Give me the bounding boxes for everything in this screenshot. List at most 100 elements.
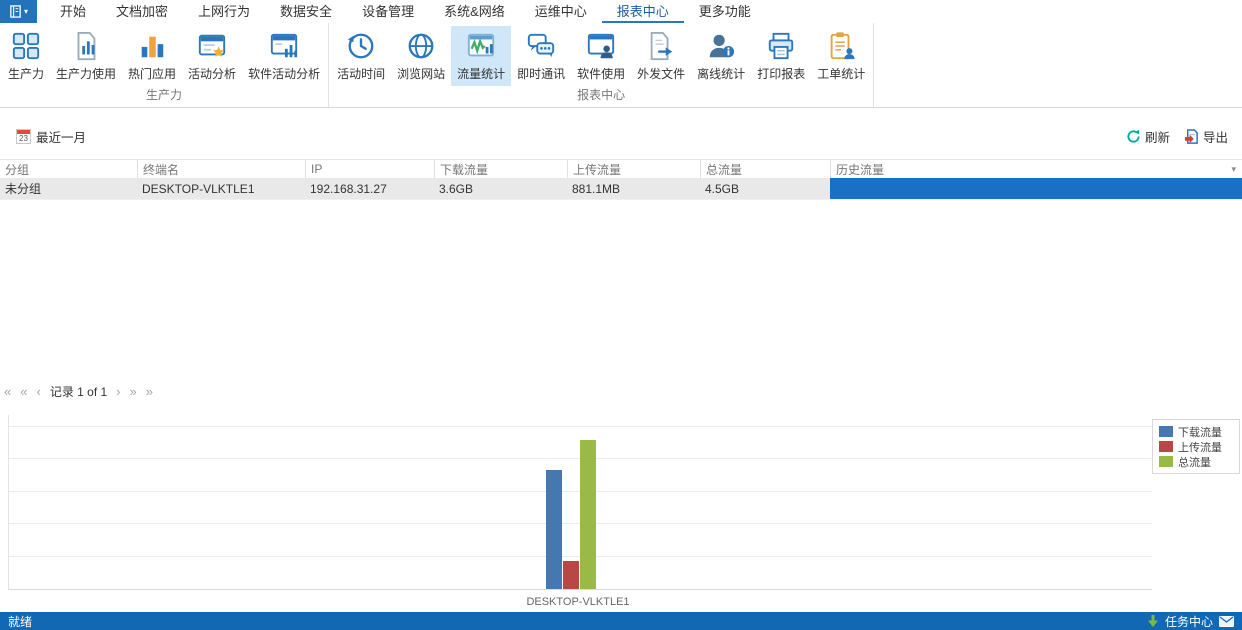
first-page-icon[interactable]: «: [4, 385, 11, 398]
chat-bubbles-icon: [525, 29, 557, 63]
ribbon-item-label: 外发文件: [637, 65, 685, 82]
legend-label: 上传流量: [1178, 439, 1222, 455]
chart-legend: 下载流量 上传流量 总流量: [1152, 419, 1240, 474]
bar-download[interactable]: [546, 470, 562, 589]
ribbon-item-activity-analysis[interactable]: 活动分析: [182, 26, 242, 86]
legend-item-download[interactable]: 下载流量: [1159, 424, 1233, 439]
chevron-down-icon[interactable]: ▾: [1231, 164, 1236, 175]
cell-ip: 192.168.31.27: [305, 178, 434, 199]
column-header-history-label: 历史流量: [836, 161, 884, 178]
ribbon-item-ticket-stats[interactable]: 工单统计: [811, 26, 871, 86]
clock-icon: [345, 29, 377, 63]
ribbon-item-label: 工单统计: [817, 65, 865, 82]
tab-data-security[interactable]: 数据安全: [265, 0, 347, 23]
x-axis-category-label: DESKTOP-VLKTLE1: [508, 596, 648, 608]
export-button[interactable]: 导出: [1184, 127, 1228, 146]
column-header-terminal[interactable]: 终端名: [137, 160, 305, 178]
ribbon-item-activity-time[interactable]: 活动时间: [331, 26, 391, 86]
column-header-total[interactable]: 总流量: [700, 160, 830, 178]
document-chart-icon: [70, 29, 102, 63]
cell-group: 未分组: [0, 178, 137, 199]
ribbon-item-print-report[interactable]: 打印报表: [751, 26, 811, 86]
table-row[interactable]: 未分组 DESKTOP-VLKTLE1 192.168.31.27 3.6GB …: [0, 178, 1242, 200]
ribbon-item-label: 生产力: [8, 65, 44, 82]
message-icon[interactable]: [1219, 616, 1234, 627]
next-page-icon[interactable]: ›: [116, 385, 120, 398]
cell-total: 4.5GB: [700, 178, 830, 199]
grid-icon: [10, 29, 42, 63]
tab-web-behavior[interactable]: 上网行为: [183, 0, 265, 23]
ribbon-item-label: 打印报表: [757, 65, 805, 82]
app-window: ▾ 开始 文档加密 上网行为 数据安全 设备管理 系统&网络 运维中心 报表中心…: [0, 0, 1242, 630]
ribbon-item-label: 活动分析: [188, 65, 236, 82]
window-user-icon: [585, 29, 617, 63]
tab-doc-encryption[interactable]: 文档加密: [101, 0, 183, 23]
globe-icon: [405, 29, 437, 63]
refresh-button[interactable]: 刷新: [1126, 127, 1170, 146]
clipboard-user-icon: [825, 29, 857, 63]
refresh-icon: [1126, 129, 1141, 144]
date-range-filter[interactable]: 23 最近一月: [16, 127, 86, 146]
traffic-stats-icon: [465, 29, 497, 63]
ribbon-item-label: 活动时间: [337, 65, 385, 82]
ribbon-item-browse-websites[interactable]: 浏览网站: [391, 26, 451, 86]
window-bars-icon: [268, 29, 300, 63]
window-star-icon: [196, 29, 228, 63]
ribbon-item-productivity[interactable]: 生产力: [2, 26, 50, 86]
legend-swatch-download: [1159, 426, 1173, 437]
status-bar: 就绪 任务中心: [0, 612, 1242, 630]
cell-history-bar: [830, 178, 1242, 199]
legend-item-upload[interactable]: 上传流量: [1159, 439, 1233, 454]
calendar-icon: 23: [16, 129, 31, 144]
task-center-button[interactable]: 任务中心: [1147, 613, 1234, 630]
tab-start[interactable]: 开始: [45, 0, 101, 23]
column-header-download[interactable]: 下载流量: [434, 160, 567, 178]
bar-total[interactable]: [580, 440, 596, 589]
bar-upload[interactable]: [563, 561, 579, 590]
ribbon-item-label: 浏览网站: [397, 65, 445, 82]
status-ready-label: 就绪: [8, 613, 32, 630]
column-header-ip[interactable]: IP: [305, 160, 434, 178]
ribbon: 生产力 生产力使用 热门应用 活动分析 软件活动分析: [0, 23, 1242, 108]
menu-bar: ▾ 开始 文档加密 上网行为 数据安全 设备管理 系统&网络 运维中心 报表中心…: [0, 0, 1242, 23]
ribbon-item-software-usage[interactable]: 软件使用: [571, 26, 631, 86]
ribbon-item-instant-messaging[interactable]: 即时通讯: [511, 26, 571, 86]
ribbon-item-label: 即时通讯: [517, 65, 565, 82]
ribbon-item-productivity-usage[interactable]: 生产力使用: [50, 26, 122, 86]
ribbon-group-report-center: 活动时间 浏览网站 流量统计 即时通讯 软件使用: [329, 23, 874, 107]
tab-system-network[interactable]: 系统&网络: [429, 0, 520, 23]
ribbon-item-label: 热门应用: [128, 65, 176, 82]
export-icon: [1184, 129, 1199, 144]
ribbon-item-label: 生产力使用: [56, 65, 116, 82]
ribbon-item-software-activity-analysis[interactable]: 软件活动分析: [242, 26, 326, 86]
tab-report-center[interactable]: 报表中心: [602, 0, 684, 23]
table-header: 分组 终端名 IP 下载流量 上传流量 总流量 历史流量 ▾: [0, 159, 1242, 178]
fast-next-page-icon[interactable]: »: [130, 385, 137, 398]
legend-label: 总流量: [1178, 454, 1211, 470]
printer-icon: [765, 29, 797, 63]
last-page-icon[interactable]: »: [146, 385, 153, 398]
traffic-bar-chart: DESKTOP-VLKTLE1 下载流量 上传流量 总流量: [0, 406, 1242, 610]
legend-label: 下载流量: [1178, 424, 1222, 440]
ribbon-item-offline-stats[interactable]: 离线统计: [691, 26, 751, 86]
fast-prev-page-icon[interactable]: «: [20, 385, 27, 398]
export-label: 导出: [1203, 127, 1228, 146]
legend-swatch-total: [1159, 456, 1173, 467]
ribbon-item-label: 流量统计: [457, 65, 505, 82]
tab-device-mgmt[interactable]: 设备管理: [347, 0, 429, 23]
ribbon-item-outgoing-files[interactable]: 外发文件: [631, 26, 691, 86]
ribbon-item-hot-apps[interactable]: 热门应用: [122, 26, 182, 86]
column-header-group[interactable]: 分组: [0, 160, 137, 178]
column-header-upload[interactable]: 上传流量: [567, 160, 700, 178]
tab-more-functions[interactable]: 更多功能: [684, 0, 766, 23]
prev-page-icon[interactable]: ‹: [36, 385, 40, 398]
toolbar-right: 刷新 导出: [1126, 127, 1228, 146]
date-range-label: 最近一月: [36, 127, 86, 146]
notebook-icon: [9, 5, 22, 18]
ribbon-item-traffic-stats[interactable]: 流量统计: [451, 26, 511, 86]
tab-ops-center[interactable]: 运维中心: [520, 0, 602, 23]
legend-item-total[interactable]: 总流量: [1159, 454, 1233, 469]
app-menu-button[interactable]: ▾: [0, 0, 37, 23]
column-header-history[interactable]: 历史流量 ▾: [830, 160, 1242, 178]
cell-terminal: DESKTOP-VLKTLE1: [137, 178, 305, 199]
